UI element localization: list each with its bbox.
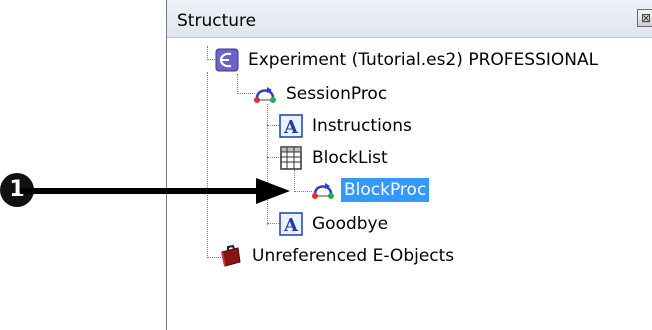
structure-panel: Structure ⊠ Experiment (Tutorial.es2) PR… [166,0,652,330]
tree-item-label: SessionProc [286,84,388,104]
tree-item-unreferenced[interactable]: Unreferenced E-Objects [219,242,457,270]
experiment-icon [215,48,239,72]
tree-item-label: Goodbye [312,214,389,234]
tree-item-blocklist[interactable]: BlockList [279,144,391,172]
procedure-icon [311,178,335,202]
tree-item-blockproc[interactable]: BlockProc [311,176,430,204]
procedure-icon [253,82,277,106]
tree-item-label: Unreferenced E-Objects [252,246,455,266]
tree-connector [237,74,238,94]
structure-tree: Experiment (Tutorial.es2) PROFESSIONAL S… [167,0,652,330]
list-icon [279,146,303,170]
tree-item-label: BlockProc [341,178,430,202]
tree-item-goodbye[interactable]: A Goodbye [279,210,391,238]
callout-arrow [20,178,290,204]
tree-item-sessionproc[interactable]: SessionProc [253,80,390,108]
svg-text:A: A [283,117,299,138]
tree-connector [207,72,208,258]
textdisplay-icon: A [279,212,303,236]
svg-text:A: A [283,215,299,236]
tree-item-label: BlockList [312,148,388,168]
tree-connector [294,170,295,192]
tree-connector [294,191,312,192]
tree-connector [267,104,268,225]
tree-item-instructions[interactable]: A Instructions [279,112,415,140]
tree-item-label: Instructions [312,116,412,136]
textdisplay-icon: A [279,114,303,138]
briefcase-icon [219,244,243,268]
tree-connector [207,46,208,60]
tree-item-experiment[interactable]: Experiment (Tutorial.es2) PROFESSIONAL [215,46,601,74]
tree-item-label: Experiment (Tutorial.es2) PROFESSIONAL [248,50,599,70]
